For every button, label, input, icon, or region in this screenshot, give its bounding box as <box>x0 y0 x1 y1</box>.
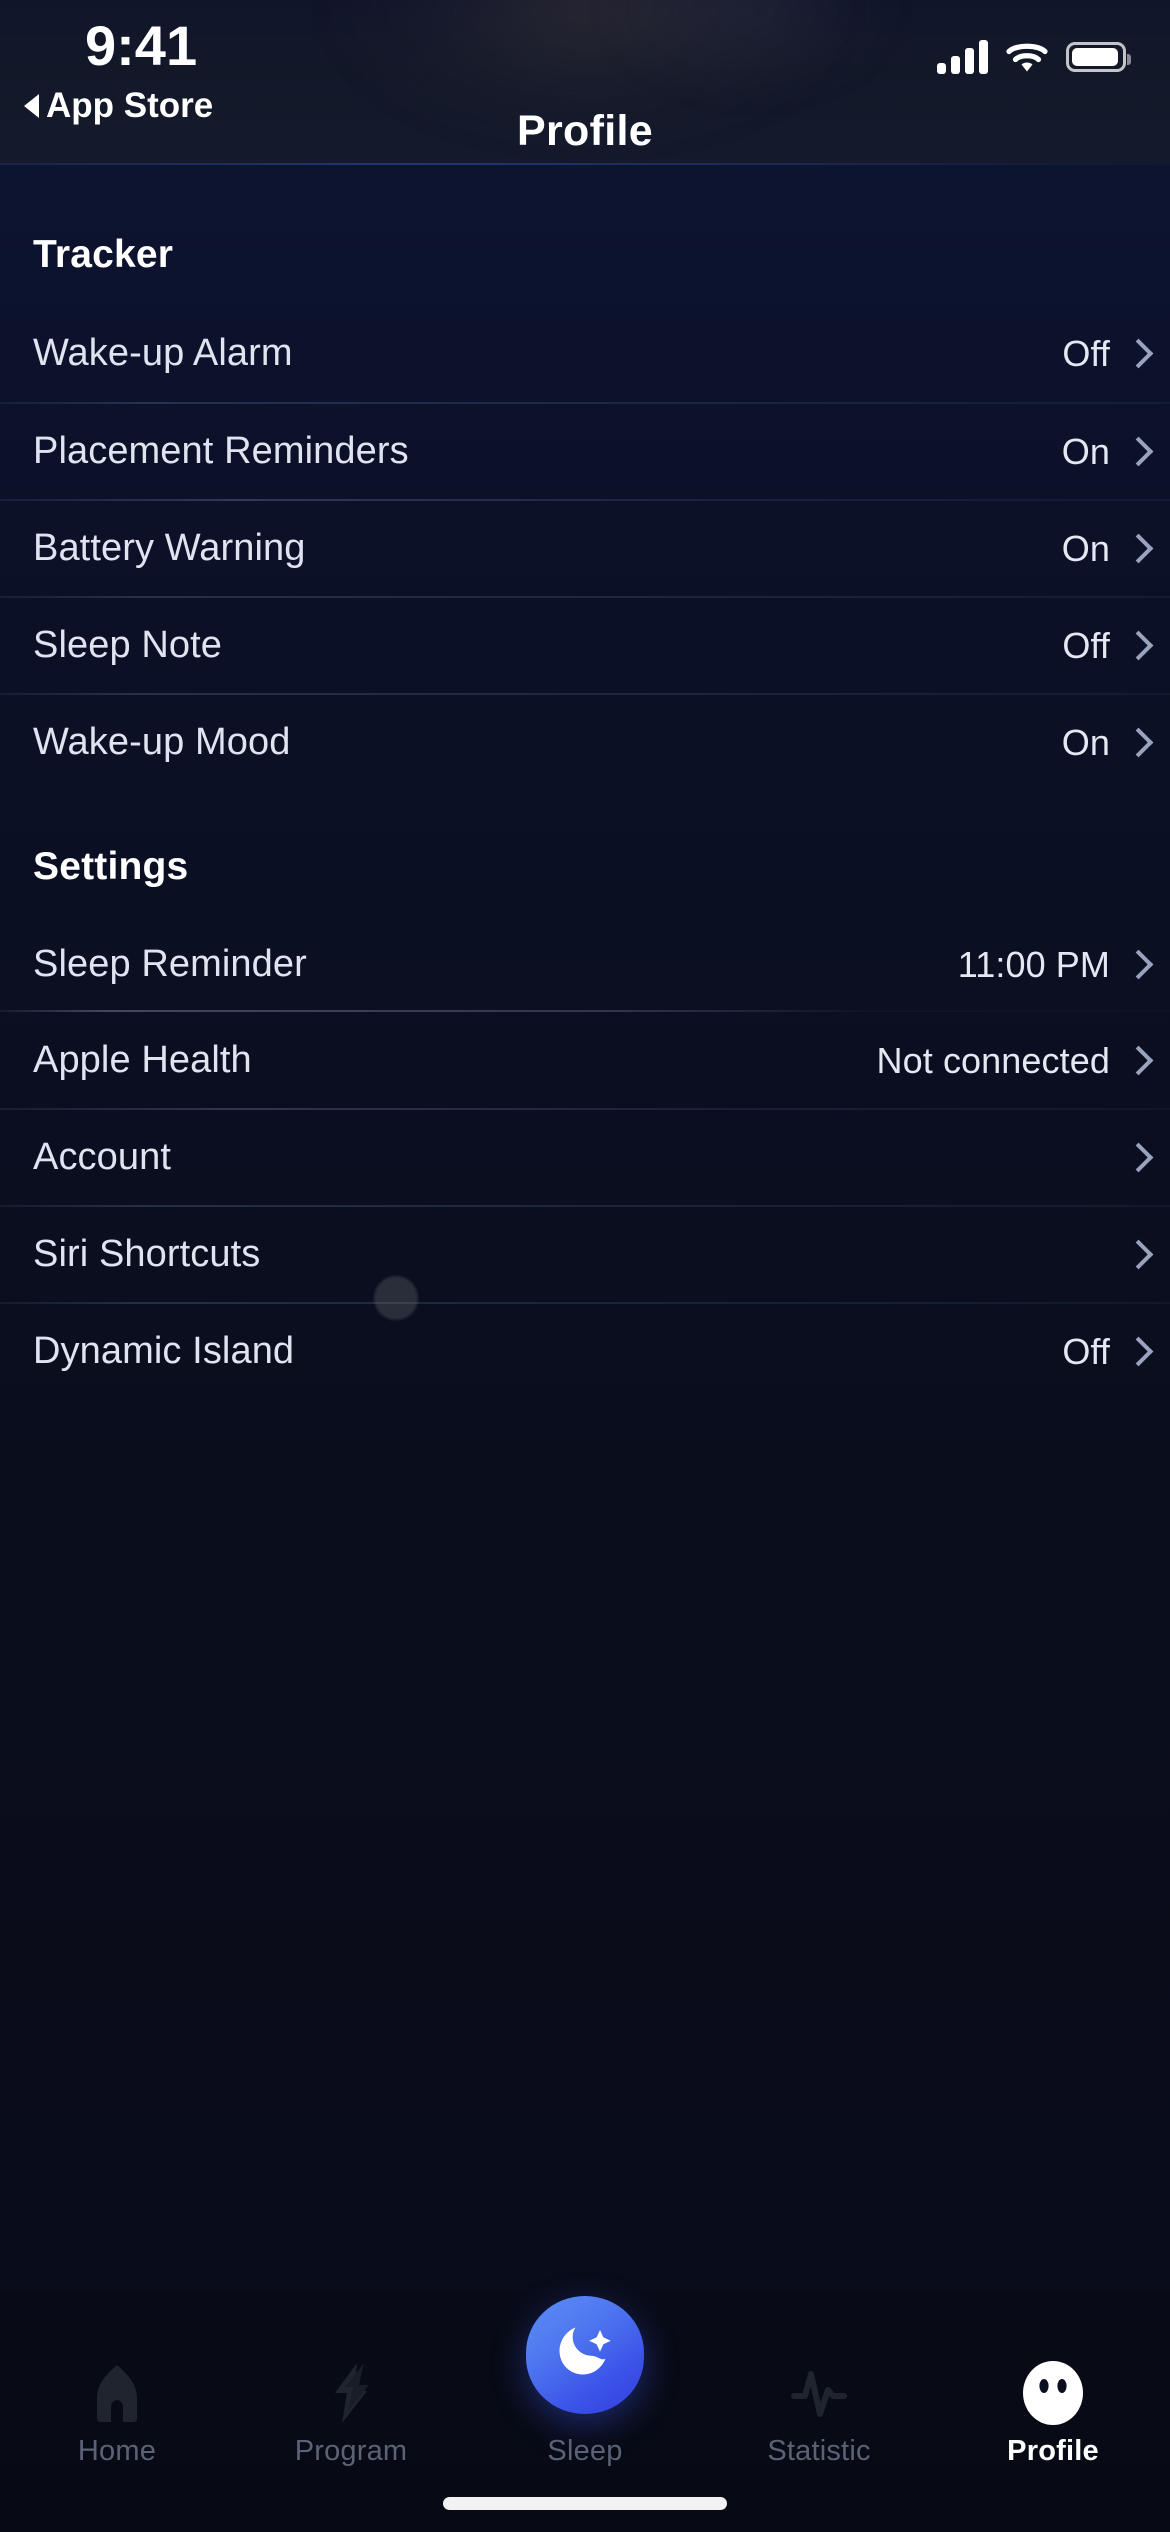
row-label: Battery Warning <box>33 527 306 569</box>
section-header-settings: Settings <box>33 845 189 888</box>
row-account[interactable]: Account <box>0 1109 1170 1206</box>
settings-scroll-area[interactable]: Tracker Wake-up Alarm Off Placement Remi… <box>0 165 1170 2380</box>
chevron-right-icon <box>1127 1143 1144 1173</box>
cellular-bars-icon <box>937 40 988 74</box>
row-accessory: On <box>1062 431 1144 473</box>
tab-statistic[interactable]: Statistic <box>702 2344 936 2474</box>
row-label: Sleep Note <box>33 624 223 666</box>
row-dynamic-island[interactable]: Dynamic Island Off <box>0 1303 1170 1400</box>
moon-icon <box>554 2322 616 2389</box>
row-value: Off <box>1062 1330 1110 1372</box>
page-title: Profile <box>517 107 653 155</box>
tab-label: Program <box>294 2435 408 2467</box>
row-apple-health[interactable]: Apple Health Not connected <box>0 1012 1170 1109</box>
scroll-artifact-dot <box>374 1276 418 1320</box>
status-bar: 9:41 App Store <box>0 0 1170 125</box>
tab-label: Home <box>77 2435 157 2467</box>
row-placement-reminders[interactable]: Placement Reminders On <box>0 403 1170 500</box>
status-bar-indicators <box>937 30 1131 74</box>
chevron-right-icon <box>1127 437 1144 467</box>
row-value: Not connected <box>876 1039 1110 1081</box>
section-header-tracker: Tracker <box>33 233 174 276</box>
row-label: Apple Health <box>33 1039 252 1081</box>
sleep-fab-button[interactable] <box>526 2296 644 2414</box>
chevron-right-icon <box>1127 950 1144 980</box>
tab-home[interactable]: Home <box>0 2344 234 2474</box>
row-label: Sleep Reminder <box>33 943 307 985</box>
battery-full-icon <box>1066 42 1131 72</box>
home-indicator[interactable] <box>443 2497 727 2510</box>
face-icon <box>1021 2357 1085 2429</box>
row-accessory: Off <box>1062 625 1144 667</box>
chevron-right-icon <box>1127 1046 1144 1076</box>
chevron-right-icon <box>1127 728 1144 758</box>
row-label: Dynamic Island <box>33 1330 295 1372</box>
tab-label: Profile <box>1007 2435 1099 2467</box>
row-value: On <box>1061 721 1110 763</box>
row-accessory: 11:00 PM <box>958 944 1144 986</box>
row-accessory <box>1110 1143 1144 1173</box>
row-value: 11:00 PM <box>957 943 1110 985</box>
row-label: Wake-up Mood <box>33 721 291 763</box>
chevron-right-icon <box>1127 339 1144 369</box>
row-label: Placement Reminders <box>33 430 409 472</box>
row-battery-warning[interactable]: Battery Warning On <box>0 500 1170 597</box>
chevron-right-icon <box>1127 534 1144 564</box>
chevron-right-icon <box>1127 1337 1144 1367</box>
row-sleep-note[interactable]: Sleep Note Off <box>0 597 1170 694</box>
top-chrome: 9:41 App Store Profile <box>0 0 1170 163</box>
row-accessory: Not connected <box>877 1040 1144 1082</box>
status-bar-clock: 9:41 <box>85 14 198 77</box>
bolt-icon <box>323 2357 379 2429</box>
chevron-right-icon <box>1127 631 1144 661</box>
row-sleep-reminder[interactable]: Sleep Reminder 11:00 PM <box>0 916 1170 1013</box>
row-value: Off <box>1062 332 1110 374</box>
chevron-right-icon <box>1127 1240 1144 1270</box>
tab-label: Sleep <box>547 2435 623 2467</box>
home-icon <box>87 2357 147 2429</box>
wifi-icon <box>1006 40 1048 74</box>
phone-screen: 9:41 App Store Profile Tracker Wake-up A… <box>0 0 1170 2532</box>
pulse-icon <box>788 2357 850 2429</box>
row-label: Account <box>33 1136 172 1178</box>
row-value: Off <box>1062 624 1110 666</box>
row-accessory <box>1110 1240 1144 1270</box>
row-accessory: Off <box>1062 1331 1144 1373</box>
row-wake-up-mood[interactable]: Wake-up Mood On <box>0 694 1170 791</box>
row-value: On <box>1061 527 1110 569</box>
tab-program[interactable]: Program <box>234 2344 468 2474</box>
tab-profile[interactable]: Profile <box>936 2344 1170 2474</box>
tab-sleep[interactable]: Sleep <box>468 2296 702 2474</box>
row-wake-up-alarm[interactable]: Wake-up Alarm Off <box>0 305 1170 402</box>
row-accessory: On <box>1062 722 1144 764</box>
tab-bar: Home Program Sleep Statistic Profile <box>0 2292 1170 2532</box>
row-value: On <box>1061 430 1110 472</box>
tab-label: Statistic <box>767 2435 871 2467</box>
row-label: Wake-up Alarm <box>33 332 293 374</box>
row-label: Siri Shortcuts <box>33 1233 261 1275</box>
row-accessory: Off <box>1062 333 1144 375</box>
row-accessory: On <box>1062 528 1144 570</box>
row-siri-shortcuts[interactable]: Siri Shortcuts <box>0 1206 1170 1303</box>
